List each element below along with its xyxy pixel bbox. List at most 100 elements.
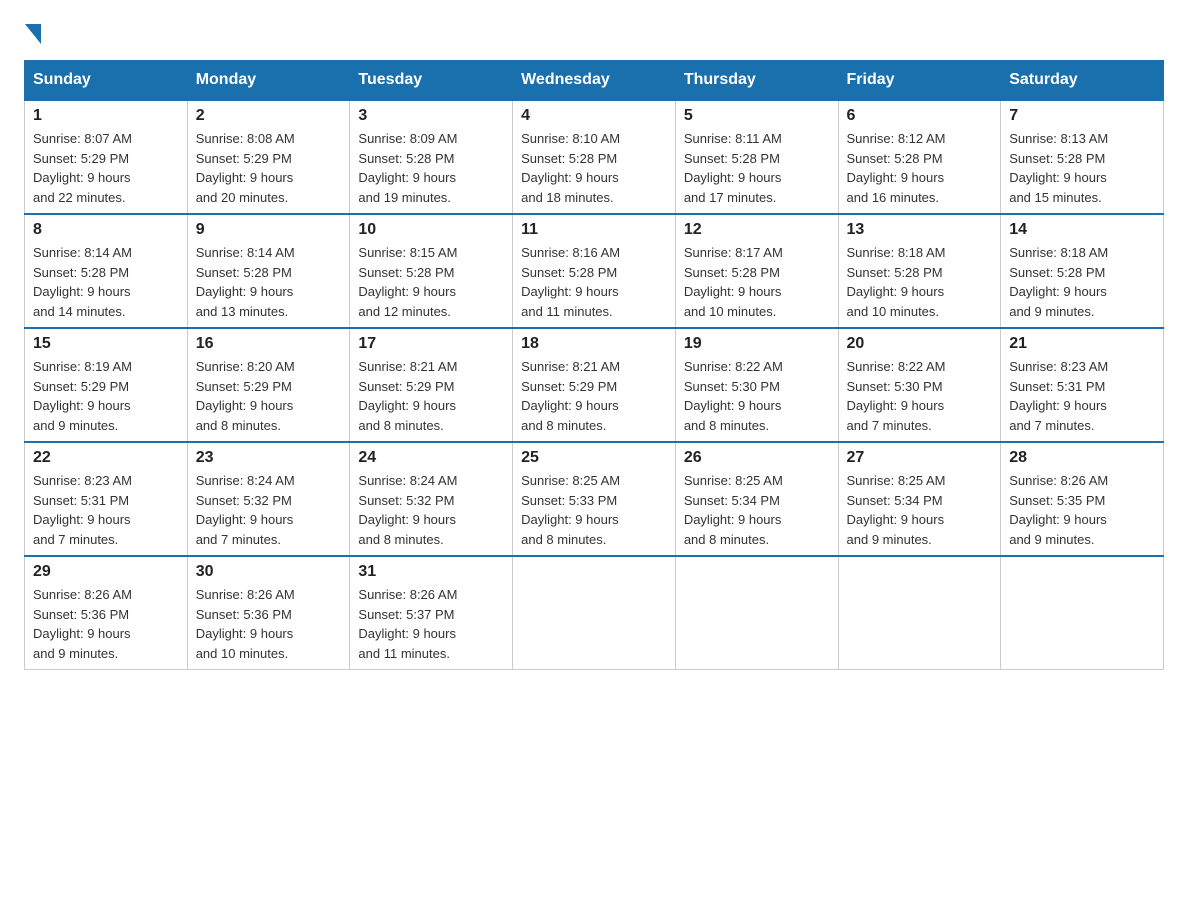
day-number: 3 bbox=[358, 107, 504, 125]
calendar-cell: 8 Sunrise: 8:14 AM Sunset: 5:28 PM Dayli… bbox=[25, 214, 188, 328]
day-info: Sunrise: 8:20 AM Sunset: 5:29 PM Dayligh… bbox=[196, 359, 295, 433]
day-info: Sunrise: 8:24 AM Sunset: 5:32 PM Dayligh… bbox=[196, 473, 295, 547]
calendar-week-row: 1 Sunrise: 8:07 AM Sunset: 5:29 PM Dayli… bbox=[25, 100, 1164, 214]
day-info: Sunrise: 8:12 AM Sunset: 5:28 PM Dayligh… bbox=[847, 131, 946, 205]
day-info: Sunrise: 8:21 AM Sunset: 5:29 PM Dayligh… bbox=[358, 359, 457, 433]
calendar-week-row: 8 Sunrise: 8:14 AM Sunset: 5:28 PM Dayli… bbox=[25, 214, 1164, 328]
day-info: Sunrise: 8:18 AM Sunset: 5:28 PM Dayligh… bbox=[847, 245, 946, 319]
calendar-header-row: SundayMondayTuesdayWednesdayThursdayFrid… bbox=[25, 61, 1164, 101]
day-number: 26 bbox=[684, 449, 830, 467]
day-info: Sunrise: 8:22 AM Sunset: 5:30 PM Dayligh… bbox=[847, 359, 946, 433]
day-info: Sunrise: 8:13 AM Sunset: 5:28 PM Dayligh… bbox=[1009, 131, 1108, 205]
day-number: 25 bbox=[521, 449, 667, 467]
day-info: Sunrise: 8:26 AM Sunset: 5:36 PM Dayligh… bbox=[196, 587, 295, 661]
day-number: 27 bbox=[847, 449, 993, 467]
logo-triangle-icon bbox=[25, 24, 41, 44]
calendar-cell bbox=[675, 556, 838, 670]
day-number: 17 bbox=[358, 335, 504, 353]
day-number: 2 bbox=[196, 107, 342, 125]
day-info: Sunrise: 8:22 AM Sunset: 5:30 PM Dayligh… bbox=[684, 359, 783, 433]
day-number: 12 bbox=[684, 221, 830, 239]
calendar-cell: 20 Sunrise: 8:22 AM Sunset: 5:30 PM Dayl… bbox=[838, 328, 1001, 442]
day-info: Sunrise: 8:08 AM Sunset: 5:29 PM Dayligh… bbox=[196, 131, 295, 205]
day-number: 10 bbox=[358, 221, 504, 239]
day-info: Sunrise: 8:19 AM Sunset: 5:29 PM Dayligh… bbox=[33, 359, 132, 433]
day-info: Sunrise: 8:24 AM Sunset: 5:32 PM Dayligh… bbox=[358, 473, 457, 547]
calendar-cell: 1 Sunrise: 8:07 AM Sunset: 5:29 PM Dayli… bbox=[25, 100, 188, 214]
day-number: 20 bbox=[847, 335, 993, 353]
day-info: Sunrise: 8:26 AM Sunset: 5:35 PM Dayligh… bbox=[1009, 473, 1108, 547]
day-info: Sunrise: 8:17 AM Sunset: 5:28 PM Dayligh… bbox=[684, 245, 783, 319]
header-day-thursday: Thursday bbox=[675, 61, 838, 101]
day-number: 24 bbox=[358, 449, 504, 467]
day-info: Sunrise: 8:26 AM Sunset: 5:36 PM Dayligh… bbox=[33, 587, 132, 661]
calendar-week-row: 15 Sunrise: 8:19 AM Sunset: 5:29 PM Dayl… bbox=[25, 328, 1164, 442]
day-info: Sunrise: 8:14 AM Sunset: 5:28 PM Dayligh… bbox=[33, 245, 132, 319]
day-info: Sunrise: 8:18 AM Sunset: 5:28 PM Dayligh… bbox=[1009, 245, 1108, 319]
header-day-saturday: Saturday bbox=[1001, 61, 1164, 101]
calendar-cell: 13 Sunrise: 8:18 AM Sunset: 5:28 PM Dayl… bbox=[838, 214, 1001, 328]
header-day-friday: Friday bbox=[838, 61, 1001, 101]
day-info: Sunrise: 8:25 AM Sunset: 5:34 PM Dayligh… bbox=[684, 473, 783, 547]
logo bbox=[24, 24, 41, 40]
calendar-cell: 26 Sunrise: 8:25 AM Sunset: 5:34 PM Dayl… bbox=[675, 442, 838, 556]
calendar-week-row: 22 Sunrise: 8:23 AM Sunset: 5:31 PM Dayl… bbox=[25, 442, 1164, 556]
calendar-cell: 12 Sunrise: 8:17 AM Sunset: 5:28 PM Dayl… bbox=[675, 214, 838, 328]
calendar-cell bbox=[1001, 556, 1164, 670]
header-day-tuesday: Tuesday bbox=[350, 61, 513, 101]
calendar-cell: 28 Sunrise: 8:26 AM Sunset: 5:35 PM Dayl… bbox=[1001, 442, 1164, 556]
day-number: 5 bbox=[684, 107, 830, 125]
calendar-cell: 17 Sunrise: 8:21 AM Sunset: 5:29 PM Dayl… bbox=[350, 328, 513, 442]
calendar-cell: 11 Sunrise: 8:16 AM Sunset: 5:28 PM Dayl… bbox=[513, 214, 676, 328]
calendar-cell: 23 Sunrise: 8:24 AM Sunset: 5:32 PM Dayl… bbox=[187, 442, 350, 556]
day-number: 8 bbox=[33, 221, 179, 239]
day-info: Sunrise: 8:09 AM Sunset: 5:28 PM Dayligh… bbox=[358, 131, 457, 205]
calendar-cell: 19 Sunrise: 8:22 AM Sunset: 5:30 PM Dayl… bbox=[675, 328, 838, 442]
day-info: Sunrise: 8:23 AM Sunset: 5:31 PM Dayligh… bbox=[33, 473, 132, 547]
calendar-cell: 16 Sunrise: 8:20 AM Sunset: 5:29 PM Dayl… bbox=[187, 328, 350, 442]
header-day-wednesday: Wednesday bbox=[513, 61, 676, 101]
header-day-sunday: Sunday bbox=[25, 61, 188, 101]
calendar-cell: 21 Sunrise: 8:23 AM Sunset: 5:31 PM Dayl… bbox=[1001, 328, 1164, 442]
day-number: 15 bbox=[33, 335, 179, 353]
calendar-cell bbox=[838, 556, 1001, 670]
day-number: 11 bbox=[521, 221, 667, 239]
calendar-cell: 15 Sunrise: 8:19 AM Sunset: 5:29 PM Dayl… bbox=[25, 328, 188, 442]
day-number: 16 bbox=[196, 335, 342, 353]
calendar-week-row: 29 Sunrise: 8:26 AM Sunset: 5:36 PM Dayl… bbox=[25, 556, 1164, 670]
calendar-cell: 3 Sunrise: 8:09 AM Sunset: 5:28 PM Dayli… bbox=[350, 100, 513, 214]
day-number: 13 bbox=[847, 221, 993, 239]
day-info: Sunrise: 8:15 AM Sunset: 5:28 PM Dayligh… bbox=[358, 245, 457, 319]
day-number: 14 bbox=[1009, 221, 1155, 239]
day-info: Sunrise: 8:14 AM Sunset: 5:28 PM Dayligh… bbox=[196, 245, 295, 319]
day-info: Sunrise: 8:26 AM Sunset: 5:37 PM Dayligh… bbox=[358, 587, 457, 661]
day-number: 4 bbox=[521, 107, 667, 125]
calendar-cell: 7 Sunrise: 8:13 AM Sunset: 5:28 PM Dayli… bbox=[1001, 100, 1164, 214]
day-number: 31 bbox=[358, 563, 504, 581]
day-number: 21 bbox=[1009, 335, 1155, 353]
calendar-cell: 27 Sunrise: 8:25 AM Sunset: 5:34 PM Dayl… bbox=[838, 442, 1001, 556]
calendar-cell: 5 Sunrise: 8:11 AM Sunset: 5:28 PM Dayli… bbox=[675, 100, 838, 214]
calendar-cell: 18 Sunrise: 8:21 AM Sunset: 5:29 PM Dayl… bbox=[513, 328, 676, 442]
day-number: 23 bbox=[196, 449, 342, 467]
calendar-cell: 29 Sunrise: 8:26 AM Sunset: 5:36 PM Dayl… bbox=[25, 556, 188, 670]
day-info: Sunrise: 8:16 AM Sunset: 5:28 PM Dayligh… bbox=[521, 245, 620, 319]
day-number: 7 bbox=[1009, 107, 1155, 125]
calendar-cell: 4 Sunrise: 8:10 AM Sunset: 5:28 PM Dayli… bbox=[513, 100, 676, 214]
day-number: 6 bbox=[847, 107, 993, 125]
calendar-table: SundayMondayTuesdayWednesdayThursdayFrid… bbox=[24, 60, 1164, 670]
header-day-monday: Monday bbox=[187, 61, 350, 101]
day-number: 28 bbox=[1009, 449, 1155, 467]
calendar-cell: 10 Sunrise: 8:15 AM Sunset: 5:28 PM Dayl… bbox=[350, 214, 513, 328]
calendar-cell: 14 Sunrise: 8:18 AM Sunset: 5:28 PM Dayl… bbox=[1001, 214, 1164, 328]
calendar-cell: 24 Sunrise: 8:24 AM Sunset: 5:32 PM Dayl… bbox=[350, 442, 513, 556]
day-info: Sunrise: 8:11 AM Sunset: 5:28 PM Dayligh… bbox=[684, 131, 782, 205]
calendar-cell: 9 Sunrise: 8:14 AM Sunset: 5:28 PM Dayli… bbox=[187, 214, 350, 328]
calendar-cell: 6 Sunrise: 8:12 AM Sunset: 5:28 PM Dayli… bbox=[838, 100, 1001, 214]
day-number: 22 bbox=[33, 449, 179, 467]
day-info: Sunrise: 8:25 AM Sunset: 5:33 PM Dayligh… bbox=[521, 473, 620, 547]
calendar-cell: 22 Sunrise: 8:23 AM Sunset: 5:31 PM Dayl… bbox=[25, 442, 188, 556]
calendar-cell: 25 Sunrise: 8:25 AM Sunset: 5:33 PM Dayl… bbox=[513, 442, 676, 556]
day-info: Sunrise: 8:23 AM Sunset: 5:31 PM Dayligh… bbox=[1009, 359, 1108, 433]
day-info: Sunrise: 8:21 AM Sunset: 5:29 PM Dayligh… bbox=[521, 359, 620, 433]
